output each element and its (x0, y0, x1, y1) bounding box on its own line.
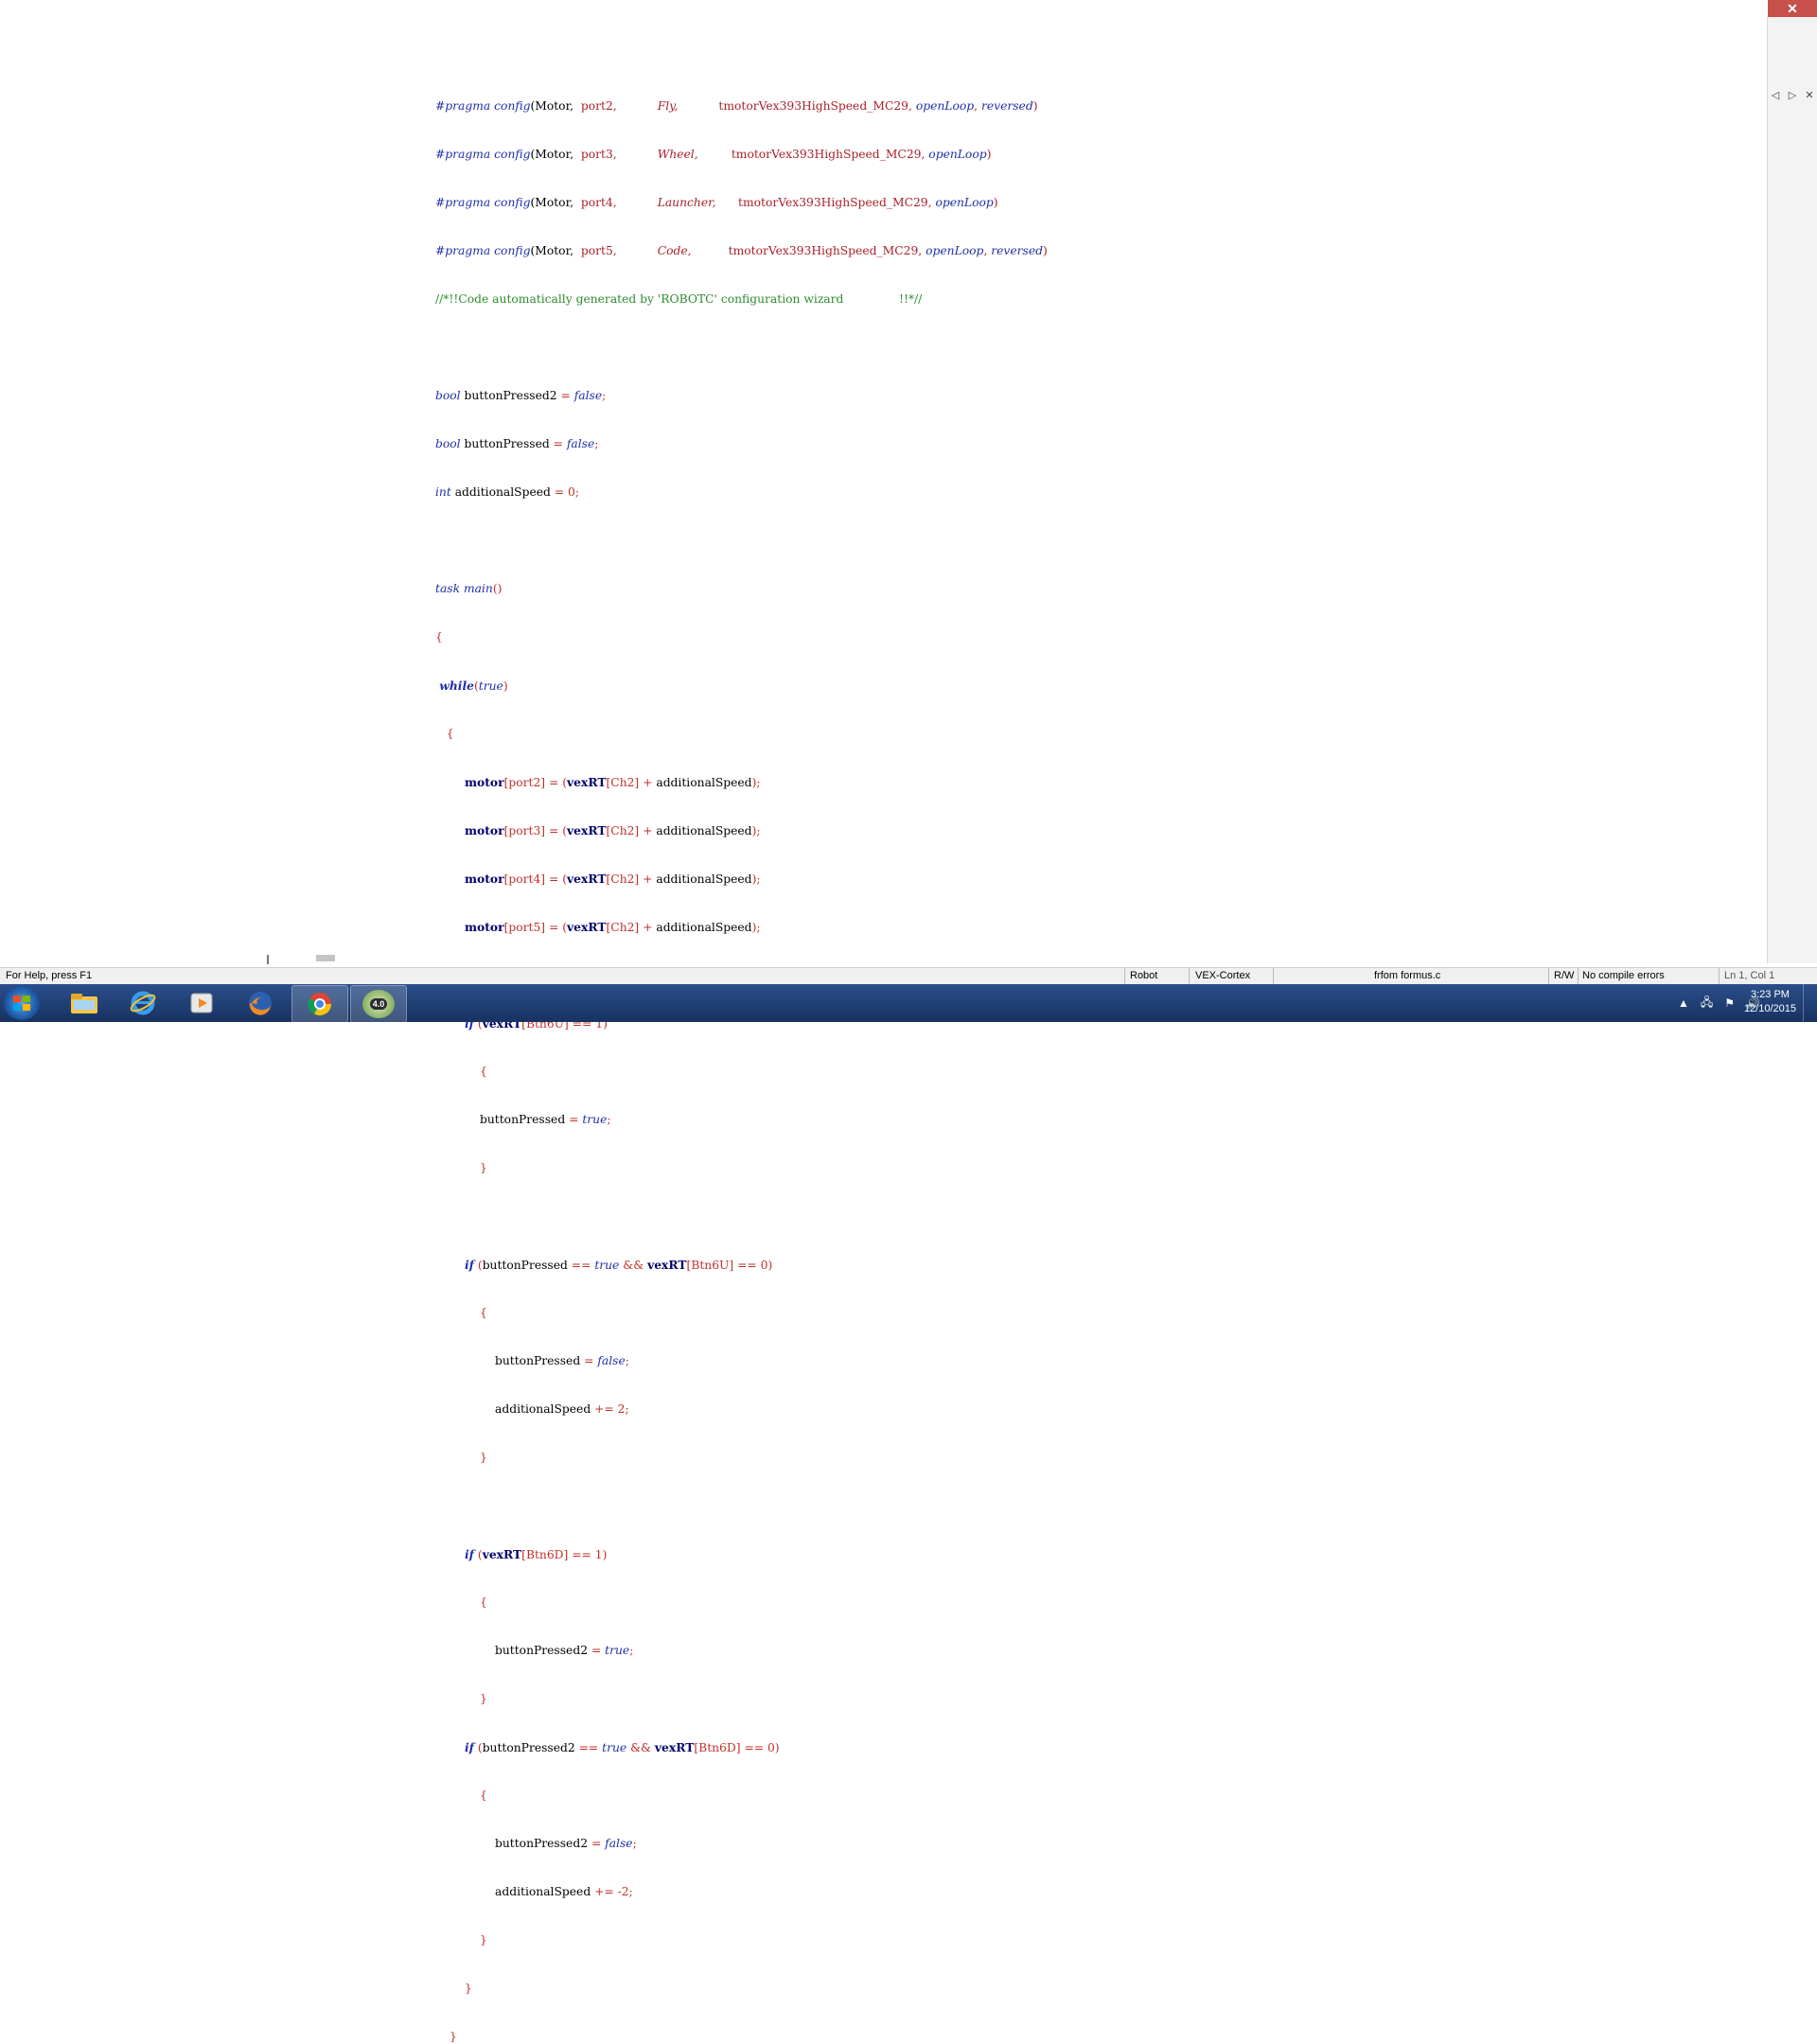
network-icon[interactable]: 🖧 (1701, 994, 1713, 1013)
code-line: } (450, 2030, 457, 2043)
code-line: { (480, 1788, 487, 1802)
tab-nav: ◁ ▷ ✕ (1770, 89, 1815, 101)
close-icon: ✕ (1787, 0, 1798, 16)
internet-explorer-icon (130, 991, 156, 1015)
code-line: { (480, 1065, 487, 1078)
robotc-icon: 4.0 (362, 990, 395, 1018)
file-explorer-icon (71, 994, 97, 1013)
code-line: additionalSpeed += -2; (495, 1885, 633, 1898)
horizontal-scrollbar[interactable] (267, 955, 343, 964)
code-line: #pragma config(Motor, port3, Wheel, tmot… (435, 148, 992, 161)
code-line: while(true) (435, 678, 508, 693)
status-bar: For Help, press F1 Robot VEX-Cortex frfo… (0, 967, 1817, 985)
start-icon (13, 996, 30, 1011)
taskbar: 4.0 ▲ 🖧 ⚑ 🔊 3:23 PM 12/10/2015 (0, 984, 1817, 1023)
media-player-icon (190, 993, 213, 1013)
show-desktop-button[interactable] (1803, 984, 1817, 1022)
status-robot: Robot (1130, 970, 1158, 981)
code-line: if (vexRT[Btn6D] == 1) (465, 1547, 608, 1561)
code-editor[interactable]: #pragma config(Motor, port2, Fly, tmotor… (435, 66, 1048, 2044)
scroll-thumb[interactable] (316, 955, 335, 961)
system-clock[interactable]: 3:23 PM 12/10/2015 (1744, 988, 1796, 1016)
code-line: { (435, 630, 443, 643)
code-line: #pragma config(Motor, port2, Fly, tmotor… (435, 99, 1038, 113)
taskbar-firefox[interactable] (233, 985, 288, 1021)
code-line: additionalSpeed += 2; (495, 1402, 629, 1416)
code-line: buttonPressed = true; (480, 1113, 611, 1126)
status-position: Ln 1, Col 1 (1724, 970, 1775, 981)
close-button[interactable]: ✕ (1768, 0, 1817, 17)
taskbar-file-explorer[interactable] (57, 985, 112, 1021)
status-help: For Help, press F1 (6, 970, 93, 981)
code-line: bool buttonPressed = false; (435, 437, 599, 450)
prev-tab-icon[interactable]: ◁ (1770, 89, 1781, 101)
scroll-left-arrow[interactable] (267, 955, 269, 964)
code-line: motor[port2] = (vexRT[Ch2] + additionalS… (465, 775, 761, 789)
code-line: task main() (435, 582, 503, 595)
code-line: motor[port3] = (vexRT[Ch2] + additionalS… (465, 823, 761, 837)
code-line: } (480, 1933, 487, 1947)
clock-time: 3:23 PM (1750, 989, 1790, 1000)
action-center-flag-icon[interactable]: ⚑ (1724, 996, 1735, 1010)
code-line: bool buttonPressed2 = false; (435, 389, 607, 402)
show-hidden-icons-icon[interactable]: ▲ (1678, 996, 1689, 1010)
start-button[interactable] (4, 986, 40, 1020)
close-tab-icon[interactable]: ✕ (1804, 89, 1815, 101)
code-line: } (465, 1982, 472, 1995)
firefox-icon (249, 992, 272, 1015)
status-file: frfom formus.c (1374, 970, 1441, 981)
next-tab-icon[interactable]: ▷ (1787, 89, 1798, 101)
taskbar-media-player[interactable] (174, 985, 229, 1021)
code-line: } (480, 1451, 487, 1464)
code-line: #pragma config(Motor, port4, Launcher, t… (435, 196, 998, 209)
code-line: } (480, 1692, 487, 1705)
code-line: if (buttonPressed2 == true && vexRT[Btn6… (465, 1740, 780, 1754)
right-panel (1767, 17, 1817, 963)
code-line: { (435, 727, 454, 740)
code-line: #pragma config(Motor, port5, Code, tmoto… (435, 244, 1048, 257)
robotc-version-badge: 4.0 (369, 998, 388, 1010)
code-line: if (buttonPressed == true && vexRT[Btn6U… (465, 1258, 773, 1272)
code-line: { (480, 1306, 487, 1319)
code-line: //*!!Code automatically generated by 'RO… (435, 292, 923, 306)
code-line: buttonPressed2 = true; (495, 1644, 634, 1657)
code-line: int additionalSpeed = 0; (435, 485, 580, 499)
taskbar-chrome[interactable] (291, 985, 348, 1023)
chrome-icon (308, 993, 331, 1016)
code-line: { (480, 1595, 487, 1609)
taskbar-robotc[interactable]: 4.0 (350, 985, 407, 1023)
code-line: } (480, 1161, 487, 1174)
clock-date: 12/10/2015 (1743, 1003, 1796, 1014)
taskbar-internet-explorer[interactable] (115, 985, 170, 1021)
code-line: buttonPressed2 = false; (495, 1837, 637, 1850)
code-line: motor[port5] = (vexRT[Ch2] + additionalS… (465, 920, 761, 934)
code-line: motor[port4] = (vexRT[Ch2] + additionalS… (465, 872, 761, 886)
code-line: buttonPressed = false; (495, 1354, 629, 1367)
status-rw: R/W (1554, 970, 1575, 981)
status-platform: VEX-Cortex (1195, 970, 1251, 981)
status-compile: No compile errors (1582, 970, 1665, 981)
